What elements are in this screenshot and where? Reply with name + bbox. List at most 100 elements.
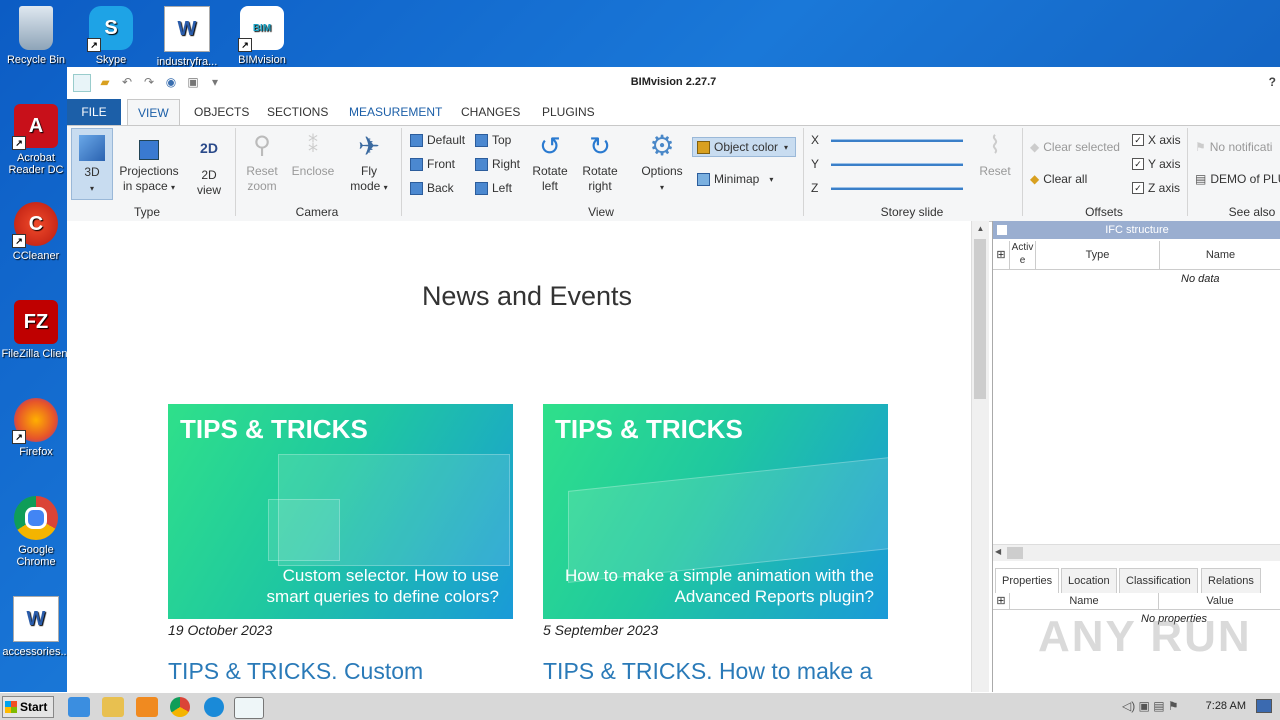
reset-zoom-button[interactable]: ⚲ Reset zoom xyxy=(242,128,282,194)
rotate-left-button[interactable]: ↺ Rotate left xyxy=(529,128,571,194)
column-options-icon[interactable]: ⊞ xyxy=(993,593,1010,610)
demo-plugins-button[interactable]: ▤ DEMO of PLU xyxy=(1195,172,1280,186)
group-label-see-also: See also xyxy=(1228,205,1276,219)
acrobat-icon: A ↗ xyxy=(12,104,58,150)
ifc-horizontal-scrollbar[interactable]: ◀ xyxy=(993,544,1280,561)
bimvision-taskbar-icon[interactable] xyxy=(234,697,264,719)
ifc-structure-header: IFC structure xyxy=(993,221,1280,239)
view-default-button[interactable]: Default xyxy=(410,133,465,147)
desktop-icon-firefox[interactable]: ↗ Firefox xyxy=(0,398,72,458)
news-card-image[interactable]: TIPS & TRICKS Custom selector. How to us… xyxy=(168,404,513,619)
tab-properties[interactable]: Properties xyxy=(995,568,1060,594)
object-color-button[interactable]: Object color ▾ xyxy=(692,137,796,157)
scrollbar-thumb[interactable] xyxy=(1007,547,1023,559)
tab-view[interactable]: VIEW xyxy=(127,99,180,126)
checkmark-icon: ✓ xyxy=(1132,158,1144,170)
2d-icon: 2D xyxy=(200,140,218,156)
firefox-icon: ↗ xyxy=(12,398,58,444)
view-left-button[interactable]: Left xyxy=(475,181,512,195)
storey-y-slider[interactable] xyxy=(831,163,963,166)
start-button[interactable]: Start xyxy=(2,696,54,718)
options-button[interactable]: ⚙ Options ▾ xyxy=(639,128,685,195)
column-header-value[interactable]: Value xyxy=(1159,593,1280,610)
clock[interactable]: 7:28 AM xyxy=(1206,700,1246,712)
desktop-icon-chrome[interactable]: Google Chrome xyxy=(0,496,72,568)
2d-view-button[interactable]: 2D 2D view xyxy=(189,128,229,198)
panel-pin-icon[interactable] xyxy=(997,225,1007,235)
y-axis-checkbox[interactable]: ✓ Y axis xyxy=(1132,157,1180,171)
rotate-right-button[interactable]: ↻ Rotate right xyxy=(578,128,622,194)
storey-y-label: Y xyxy=(811,157,820,171)
tab-plugins[interactable]: PLUGINS xyxy=(532,99,605,125)
windows-logo-icon xyxy=(5,701,17,713)
file-explorer-icon[interactable] xyxy=(102,697,124,717)
desktop-icon-accessories[interactable]: W accessories... xyxy=(0,596,72,658)
cube-icon xyxy=(475,181,488,195)
show-desktop-icon[interactable] xyxy=(1256,699,1272,713)
map-icon xyxy=(697,172,710,186)
3d-button[interactable]: 3D ▾ xyxy=(71,128,113,200)
tab-classification[interactable]: Classification xyxy=(1119,568,1198,594)
chrome-icon[interactable] xyxy=(170,697,190,717)
view-top-button[interactable]: Top xyxy=(475,133,511,147)
group-separator xyxy=(235,128,236,216)
desktop-icon-skype[interactable]: S ↗ Skype xyxy=(75,6,147,66)
z-axis-checkbox[interactable]: ✓ Z axis xyxy=(1132,181,1180,195)
storey-reset-button[interactable]: ⌇ Reset xyxy=(975,128,1015,179)
projection-cube-icon xyxy=(139,140,159,160)
projections-button[interactable]: Projections in space ▾ xyxy=(117,128,181,195)
desktop-icon-acrobat[interactable]: A ↗ Acrobat Reader DC xyxy=(0,104,72,176)
group-label-offsets: Offsets xyxy=(1085,205,1123,219)
news-headline-link[interactable]: TIPS & TRICKS. Custom xyxy=(168,658,423,685)
document-icon: ▤ xyxy=(1195,172,1207,186)
content-scrollbar[interactable]: ▲ xyxy=(971,221,989,692)
tab-location[interactable]: Location xyxy=(1061,568,1117,594)
news-card-image[interactable]: TIPS & TRICKS How to make a simple anima… xyxy=(543,404,888,619)
column-header-active[interactable]: Active xyxy=(1010,241,1036,270)
x-axis-checkbox[interactable]: ✓ X axis xyxy=(1132,133,1181,147)
news-headline-link[interactable]: TIPS & TRICKS. How to make a xyxy=(543,658,872,685)
tab-relations[interactable]: Relations xyxy=(1201,568,1261,594)
no-notifications-button[interactable]: ⚑ No notificati xyxy=(1195,140,1272,154)
fly-mode-button[interactable]: ✈ Fly mode ▾ xyxy=(345,128,393,195)
tab-measurement[interactable]: MEASUREMENT xyxy=(339,99,452,125)
desktop-icon-label: Firefox xyxy=(19,446,53,458)
tray-icons: ◁) ▣ ▤ ⚑ xyxy=(1122,699,1179,713)
desktop-icon-filezilla[interactable]: FZ FileZilla Client xyxy=(0,300,72,360)
column-header-name[interactable]: Name xyxy=(1160,241,1280,270)
paint-bucket-icon xyxy=(697,140,710,154)
desktop-icon-label: Acrobat Reader DC xyxy=(8,152,64,176)
desktop-icon-word-doc[interactable]: W industryfra... xyxy=(151,6,223,68)
scroll-left-icon[interactable]: ◀ xyxy=(995,547,1001,556)
tab-changes[interactable]: CHANGES xyxy=(451,99,530,125)
view-front-button[interactable]: Front xyxy=(410,157,455,171)
clear-selected-button[interactable]: ◆ Clear selected xyxy=(1030,140,1120,154)
storey-z-slider[interactable] xyxy=(831,187,963,190)
magnifier-icon: ⚲ xyxy=(253,132,271,159)
view-right-button[interactable]: Right xyxy=(475,157,520,171)
bimvision-icon: BIM ↗ xyxy=(238,6,284,52)
column-options-icon[interactable]: ⊞ xyxy=(993,241,1010,270)
desktop-icon-recycle-bin[interactable]: Recycle Bin xyxy=(0,6,72,66)
media-player-icon[interactable] xyxy=(136,697,158,717)
edge-icon[interactable] xyxy=(204,697,224,717)
help-button[interactable]: ? xyxy=(1269,75,1276,89)
desktop-icon-ccleaner[interactable]: C ↗ CCleaner xyxy=(0,202,72,262)
tab-file[interactable]: FILE xyxy=(67,99,121,125)
internet-explorer-icon[interactable] xyxy=(68,697,90,717)
enclose-button[interactable]: ⁑ Enclose xyxy=(289,128,337,179)
column-header-name[interactable]: Name xyxy=(1010,593,1159,610)
cube-icon xyxy=(475,157,488,171)
column-header-type[interactable]: Type xyxy=(1036,241,1160,270)
tab-objects[interactable]: OBJECTS xyxy=(184,99,259,125)
ribbon-tabs: FILE VIEW OBJECTS SECTIONS MEASUREMENT C… xyxy=(67,99,1280,126)
clear-all-button[interactable]: ◆ Clear all xyxy=(1030,172,1087,186)
scrollbar-thumb[interactable] xyxy=(974,239,986,399)
taskbar: Start ◁) ▣ ▤ ⚑ 7:28 AM xyxy=(0,692,1280,720)
view-back-button[interactable]: Back xyxy=(410,181,454,195)
scroll-up-icon[interactable]: ▲ xyxy=(972,221,989,237)
desktop-icon-label: accessories... xyxy=(2,646,70,658)
minimap-button[interactable]: Minimap ▾ xyxy=(697,172,773,186)
tab-sections[interactable]: SECTIONS xyxy=(257,99,338,125)
storey-x-slider[interactable] xyxy=(831,139,963,142)
